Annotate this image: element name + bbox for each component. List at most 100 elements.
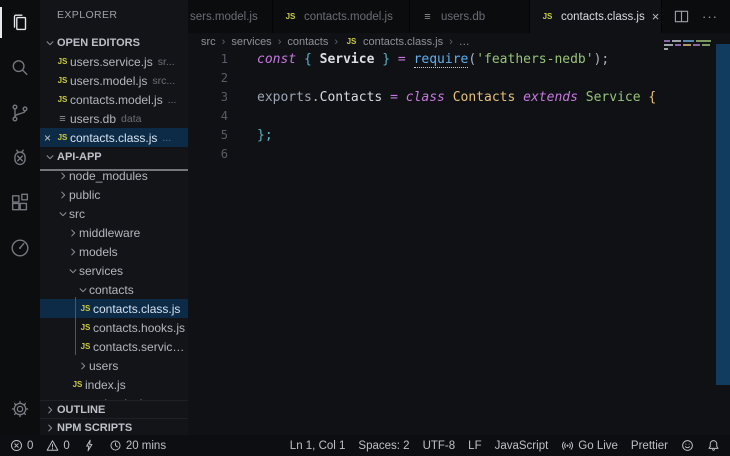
js-file-icon: JS: [540, 12, 555, 21]
status-language[interactable]: JavaScript: [495, 440, 549, 452]
editor-group: sers.model.jsJScontacts.model.js≡users.d…: [188, 0, 730, 435]
minimap-line: [664, 48, 712, 50]
tree-item-contacts[interactable]: contacts: [40, 280, 188, 299]
code-line: 3exports.Contacts = class Contacts exten…: [188, 88, 730, 107]
status-warnings[interactable]: 0: [46, 439, 69, 452]
status-indentation[interactable]: Spaces: 2: [358, 440, 409, 452]
activity-bar-item-explorer[interactable]: [0, 0, 40, 45]
activity-bar-item-source-control[interactable]: [0, 90, 40, 135]
tab-contacts.class.js[interactable]: JS contacts.class.js ×: [530, 0, 662, 33]
breadcrumb-label: services: [231, 36, 271, 48]
split-editor-icon[interactable]: [674, 9, 689, 24]
status-encoding[interactable]: UTF-8: [423, 440, 456, 452]
code-line: 1const { Service } = require('feathers-n…: [188, 50, 730, 69]
activity-bar-item-code-time[interactable]: [0, 225, 40, 270]
js-file-icon: JS: [55, 95, 70, 104]
code-line: 4: [188, 107, 730, 126]
sash-divider[interactable]: [40, 169, 188, 171]
activity-bar-item-search[interactable]: [0, 45, 40, 90]
outline-section-header[interactable]: OUTLINE: [40, 400, 188, 419]
tree-item-contacts.class.js[interactable]: JScontacts.class.js: [40, 299, 188, 318]
more-actions-icon[interactable]: ···: [702, 9, 718, 24]
tab-bar: sers.model.jsJScontacts.model.js≡users.d…: [188, 0, 730, 33]
search-icon: [9, 57, 31, 79]
open-editor-item[interactable]: ×≡users.dbdata: [40, 109, 188, 128]
status-eol[interactable]: LF: [468, 440, 481, 452]
status-errors[interactable]: 0: [10, 439, 33, 452]
breadcrumb-item-contacts.class.js[interactable]: JScontacts.class.js: [344, 36, 443, 48]
status-zap[interactable]: [83, 439, 96, 452]
close-icon: ×: [40, 74, 55, 88]
tree-item-src[interactable]: src: [40, 204, 188, 223]
status-time-tracker-label: 20 mins: [126, 440, 166, 452]
activity-bar: [0, 0, 40, 435]
scm-icon: [9, 102, 31, 124]
folder-section-header[interactable]: API-APP: [40, 147, 188, 166]
broadcast-icon: [561, 439, 574, 452]
tree-item-index.js[interactable]: JSindex.js: [40, 375, 188, 394]
tab-label: contacts.class.js: [561, 11, 645, 23]
code-line-text: exports.Contacts = class Contacts extend…: [257, 88, 656, 107]
breadcrumb-item-…[interactable]: …: [459, 36, 470, 48]
chevron-icon: [76, 361, 89, 371]
open-editors-header[interactable]: OPEN EDITORS: [40, 33, 188, 52]
tab-sers.model.js[interactable]: sers.model.js: [188, 0, 273, 33]
tab-contacts.model.js[interactable]: JScontacts.model.js: [273, 0, 410, 33]
manage-button[interactable]: [0, 389, 40, 429]
status-feedback[interactable]: [681, 439, 694, 452]
status-bar-right: Ln 1, Col 1 Spaces: 2 UTF-8 LF JavaScript Go …: [290, 439, 720, 452]
scrollbar-thumb[interactable]: [716, 44, 730, 385]
status-cursor-position[interactable]: Ln 1, Col 1: [290, 440, 346, 452]
tree-item-models[interactable]: models: [40, 242, 188, 261]
npm-scripts-label: NPM SCRIPTS: [57, 422, 132, 434]
open-editor-item[interactable]: ×JScontacts.class.js...: [40, 128, 188, 147]
open-editor-item[interactable]: ×JScontacts.model.js...: [40, 90, 188, 109]
tree-item-public[interactable]: public: [40, 185, 188, 204]
chevron-icon: [66, 266, 79, 276]
tab-users.db[interactable]: ≡users.db: [410, 0, 530, 33]
open-editor-filename: contacts.model.js: [70, 93, 163, 107]
tree-item-middleware[interactable]: middleware: [40, 223, 188, 242]
open-editor-path: src...: [152, 75, 188, 87]
status-go-live[interactable]: Go Live: [561, 439, 618, 452]
status-time-tracker[interactable]: 20 mins: [109, 439, 166, 452]
status-indentation-label: Spaces: 2: [358, 440, 409, 452]
tree-item-label: models: [79, 245, 118, 259]
minimap[interactable]: [664, 40, 712, 52]
outline-label: OUTLINE: [57, 404, 105, 416]
activity-bar-item-extensions[interactable]: [0, 180, 40, 225]
minimap-line: [664, 44, 712, 46]
close-icon[interactable]: ×: [40, 131, 55, 145]
close-icon[interactable]: ×: [652, 10, 660, 23]
breadcrumb-item-services[interactable]: services: [231, 36, 271, 48]
tree-item-users[interactable]: users: [40, 356, 188, 375]
activity-bar-item-run-debug[interactable]: [0, 135, 40, 180]
db-file-icon: ≡: [55, 113, 70, 125]
open-editor-item[interactable]: ×JSusers.service.jssr...: [40, 52, 188, 71]
npm-scripts-section-header[interactable]: NPM SCRIPTS: [40, 418, 188, 435]
chevron-icon: [56, 190, 69, 200]
js-file-icon: JS: [78, 323, 93, 332]
breadcrumb-label: contacts.class.js: [363, 36, 443, 48]
breadcrumb-item-src[interactable]: src: [201, 36, 216, 48]
close-icon: ×: [40, 93, 55, 107]
code-editor[interactable]: 1const { Service } = require('feathers-n…: [188, 50, 730, 164]
chevron-icon: [76, 285, 89, 295]
minimap-line: [664, 40, 712, 42]
breadcrumb-separator: ›: [222, 36, 226, 48]
status-language-label: JavaScript: [495, 440, 549, 452]
status-prettier[interactable]: Prettier: [631, 440, 668, 452]
breadcrumb-label: src: [201, 36, 216, 48]
code-line-text: const { Service } = require('feathers-ne…: [257, 50, 609, 69]
status-notifications[interactable]: [707, 439, 720, 452]
tree-item-contacts.hooks.js[interactable]: JScontacts.hooks.js: [40, 318, 188, 337]
breadcrumb-item-contacts[interactable]: contacts: [287, 36, 328, 48]
smiley-icon: [681, 439, 694, 452]
tree-item-contacts.service.js[interactable]: JScontacts.service.js: [40, 337, 188, 356]
tree-item-services[interactable]: services: [40, 261, 188, 280]
js-file-icon: JS: [55, 76, 70, 85]
breadcrumb-label: …: [459, 36, 470, 48]
code-line: 5};: [188, 126, 730, 145]
chevron-icon: [43, 423, 56, 433]
open-editor-item[interactable]: ×JSusers.model.jssrc...: [40, 71, 188, 90]
